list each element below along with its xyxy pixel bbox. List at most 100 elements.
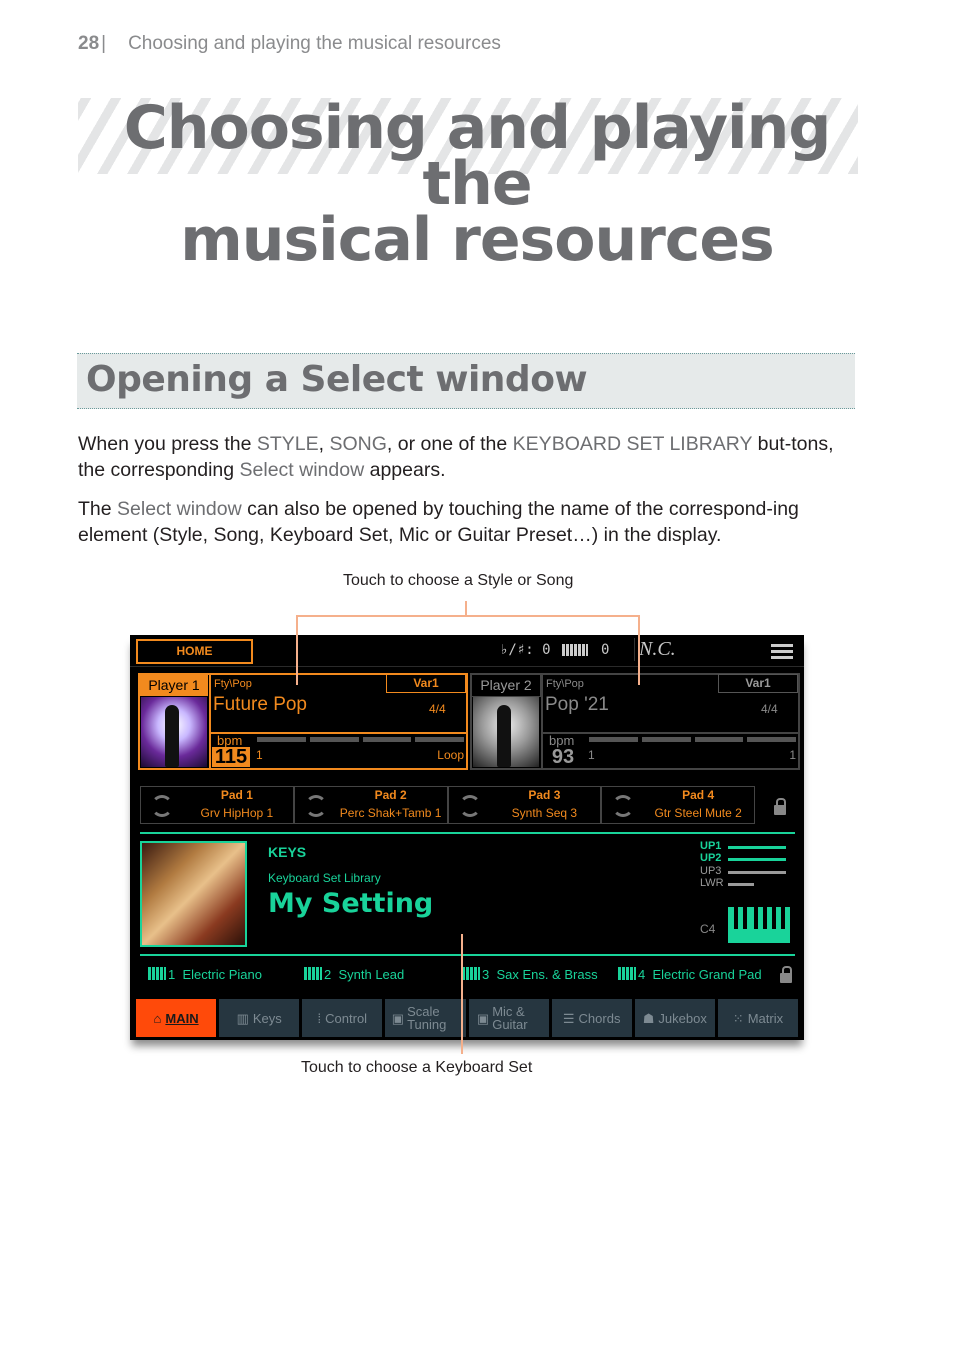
style-genre: Fty\Pop	[546, 678, 584, 690]
text: The	[78, 498, 118, 520]
tab-matrix[interactable]: ⁙ Matrix	[717, 999, 798, 1037]
callout-line	[638, 615, 640, 685]
keyword-select-window: Select window	[117, 498, 242, 520]
sync-icon	[304, 795, 327, 817]
variation-button[interactable]: Var1	[386, 674, 466, 693]
tab-keys[interactable]: ▥ Keys	[219, 999, 300, 1037]
text: , or one of the	[386, 433, 513, 455]
split-point[interactable]: C4	[700, 922, 715, 936]
player-2-panel[interactable]: Player 2 Fty\Pop Var1 Pop '21 4/4 bpm 93…	[470, 673, 800, 770]
sound-number: 4	[638, 967, 646, 982]
chapter-title: Choosing and playing the musical resourc…	[60, 93, 894, 270]
tab-mic-guitar[interactable]: ▣ Mic & Guitar	[468, 999, 549, 1037]
keyboard-icon	[148, 967, 166, 980]
pad-2[interactable]: Pad 2 Perc Shak+Tamb 1	[293, 786, 448, 824]
sound-1[interactable]: 1 Electric Piano	[148, 967, 262, 982]
layer-up3-range	[728, 871, 786, 874]
keyboard-set-area[interactable]: KEYS Keyboard Set Library My Setting UP1…	[140, 832, 795, 956]
keys-icon: ▥	[236, 1010, 249, 1026]
instrument-display: HOME ♭/♯: 0 0 N.C. Player 1 Fty\Pop Var1…	[130, 635, 804, 1040]
tempo-value[interactable]: 115	[212, 747, 250, 767]
sound-2[interactable]: 2 Synth Lead	[304, 967, 404, 982]
style-name[interactable]: Pop '21	[545, 694, 609, 716]
keyboard-set-title: KEYS	[268, 844, 307, 860]
tab-jukebox[interactable]: ☗ Jukebox	[634, 999, 715, 1037]
beat-indicator	[589, 737, 796, 742]
pad-name: Pad 2	[374, 788, 407, 802]
tempo-value[interactable]: 93	[544, 747, 582, 767]
layer-up1-range	[728, 846, 786, 849]
layer-up2-label: UP2	[700, 852, 722, 864]
transpose-value[interactable]: 0	[601, 642, 609, 658]
pad-4[interactable]: Pad 4 Gtr Steel Mute 2	[601, 786, 755, 824]
tab-label: MAIN	[165, 1010, 199, 1026]
measure-counter: 1	[588, 748, 595, 762]
tempo-area: bpm 93 1 1	[543, 732, 800, 770]
tab-scale-tuning[interactable]: ▣ Scale Tuning	[385, 999, 466, 1037]
player-label: Player 1	[140, 675, 208, 696]
callout-style-song: Touch to choose a Style or Song	[343, 572, 574, 589]
layer-up2-range	[728, 858, 786, 861]
tab-chords[interactable]: ☰ Chords	[551, 999, 632, 1037]
bottom-tabs: ⌂ MAIN ▥ Keys ⁞ Control ▣ Scale Tuning ▣ Mic …	[136, 999, 798, 1037]
tab-main[interactable]: ⌂ MAIN	[136, 999, 217, 1037]
style-artwork	[141, 697, 207, 767]
keyword-song: SONG	[329, 433, 387, 455]
paragraph-1: When you press the STYLE, SONG, or one o…	[78, 431, 858, 483]
measure-counter: 1	[256, 748, 263, 762]
page-number: 28	[78, 33, 100, 54]
callout-line	[296, 615, 298, 685]
pad-lock-icon[interactable]	[774, 798, 786, 815]
style-info[interactable]: Fty\Pop Var1 Future Pop 4/4 bpm 115 1 Lo…	[209, 674, 468, 770]
sound-lock-icon[interactable]	[780, 966, 792, 983]
sound-4[interactable]: 4 Electric Grand Pad	[618, 967, 762, 982]
sync-icon	[612, 795, 635, 817]
home-icon: ⌂	[153, 1010, 162, 1026]
chord-display: N.C.	[634, 638, 676, 661]
jukebox-icon: ☗	[642, 1010, 655, 1026]
time-signature: 4/4	[429, 702, 446, 716]
layer-up3-label: UP3	[700, 865, 722, 877]
style-name[interactable]: Future Pop	[213, 694, 307, 716]
player-1-panel[interactable]: Player 1 Fty\Pop Var1 Future Pop 4/4 bpm…	[138, 673, 468, 770]
keyboard-set-artwork	[140, 841, 247, 947]
home-button[interactable]: HOME	[136, 639, 253, 664]
pad-name: Pad 4	[682, 788, 715, 802]
tab-label: Mic & Guitar	[492, 1004, 528, 1032]
keyboard-icon	[562, 644, 588, 656]
sound-row: 1 Electric Piano 2 Synth Lead 3 Sax Ens.…	[140, 965, 800, 985]
keyboard-icon	[618, 967, 636, 980]
pad-sound: Grv HipHop 1	[200, 806, 274, 820]
layer-up1-label: UP1	[700, 840, 722, 852]
pad-1[interactable]: Pad 1 Grv HipHop 1	[140, 786, 294, 824]
menu-icon[interactable]	[771, 644, 793, 659]
play-status: Loop	[437, 748, 464, 762]
tempo-area: bpm 115 1 Loop	[211, 732, 468, 770]
keyboard-icon	[462, 967, 480, 980]
callout-keyboard-set: Touch to choose a Keyboard Set	[301, 1059, 533, 1076]
running-header: 28 | Choosing and playing the musical reso…	[78, 33, 501, 55]
layer-lwr-range	[728, 883, 754, 886]
layer-lwr-label: LWR	[700, 877, 724, 889]
header-separator: |	[101, 33, 107, 54]
key-signature[interactable]: ♭/♯: 0	[500, 642, 551, 658]
player-label: Player 2	[472, 675, 541, 697]
sound-3[interactable]: 3 Sax Ens. & Brass	[462, 967, 598, 982]
tab-control[interactable]: ⁞ Control	[302, 999, 383, 1037]
tab-label: Matrix	[747, 1010, 784, 1026]
style-info[interactable]: Fty\Pop Var1 Pop '21 4/4 bpm 93 1 1	[541, 674, 800, 770]
pad-3[interactable]: Pad 3 Synth Seq 3	[447, 786, 602, 824]
header-section-title: Choosing and playing the musical resourc…	[128, 33, 501, 54]
variation-button[interactable]: Var1	[718, 674, 798, 693]
tab-label: Keys	[252, 1010, 282, 1026]
split-keyboard-icon[interactable]	[728, 907, 790, 943]
sound-name: Sax Ens. & Brass	[496, 967, 598, 982]
chapter-title-line1: Choosing and playing the	[123, 93, 832, 219]
keyword-select-window: Select window	[239, 459, 365, 481]
keyboard-set-name[interactable]: My Setting	[268, 888, 433, 919]
play-status: 1	[789, 748, 796, 762]
beat-indicator	[257, 737, 464, 742]
sound-name: Electric Piano	[182, 967, 262, 982]
tab-label: Jukebox	[658, 1010, 707, 1026]
sound-number: 3	[482, 967, 490, 982]
